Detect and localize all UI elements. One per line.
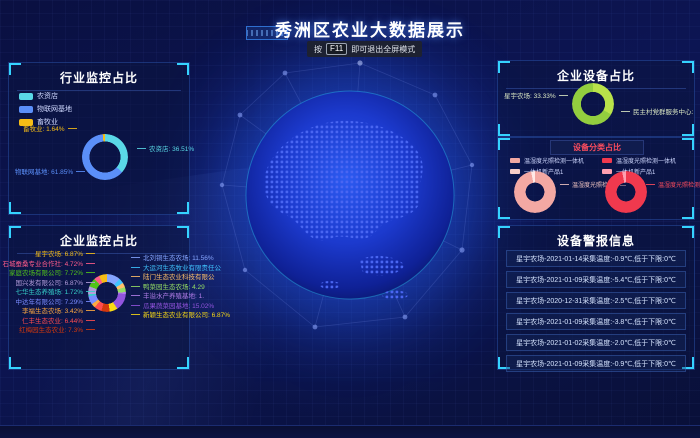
device-class-legend-right: 温湿度光照检测一体机 一体机新产品1	[602, 156, 676, 176]
donut-callout: 农资店: 36.51%	[137, 147, 194, 154]
donut-callout: 北刘铜生态农场: 11.56%	[131, 256, 214, 263]
bottom-decor-band	[0, 425, 700, 438]
globe-visualization	[210, 55, 490, 345]
tooltip-prefix: 按	[314, 44, 322, 55]
device-class-donut-left[interactable]	[514, 171, 556, 213]
device-class-legend-left: 温湿度光照检测一体机 一体机新产品1	[510, 156, 584, 176]
donut-callout: 国兴发有限公司: 6.87%	[15, 281, 95, 288]
alarm-row: 星宇农场-2020-12-31采集温度:-2.5℃,低于下限:0℃	[506, 292, 686, 309]
industry-donut-chart[interactable]	[82, 134, 128, 180]
donut-callout: 温湿度光照检测一—	[646, 183, 700, 189]
legend-label: 农资店	[37, 91, 58, 101]
donut-callout: 新颖生态农业有限公司: 6.87%	[131, 313, 230, 320]
legend-swatch	[19, 106, 33, 113]
donut-callout: 红梅园生态农业: 7.3%	[19, 328, 95, 335]
panel-industry-monitoring: 行业监控占比 农资店 物联网基地 畜牧业 畜牧业: 1.64%	[8, 62, 190, 215]
donut-callout: 七华生态养殖场: 1.72%	[15, 290, 95, 297]
alarm-row: 星宇农场-2021-01-02采集温度:-2.0℃,低于下限:0℃	[506, 334, 686, 351]
legend-swatch	[602, 169, 612, 174]
donut-callout: 李福生态农场: 3.42%	[22, 309, 95, 316]
legend-item[interactable]: 温湿度光照检测一体机	[602, 156, 676, 165]
donut-callout: 星宇农场: 6.87%	[35, 252, 95, 259]
donut-callout: 瓜果蔬菜园基地: 15.02%	[131, 304, 214, 311]
legend-item[interactable]: 农资店	[19, 91, 72, 101]
donut-callout: 大运河生态牧业有限责任公	[131, 266, 221, 273]
legend-item[interactable]: 温湿度光照检测一体机	[510, 156, 584, 165]
legend-item[interactable]: 物联网基地	[19, 104, 72, 114]
alarm-row: 星宇农场-2021-01-14采集温度:-0.9℃,低于下限:0℃	[506, 250, 686, 267]
device-class-donut-right[interactable]	[605, 171, 647, 213]
donut-callout: 物联网基地: 61.85%	[15, 170, 85, 177]
donut-callout: 民主村党群服务中心:	[621, 110, 693, 117]
panel-device-classification: 设备分类占比 温湿度光照检测一体机 一体机新产品1 温湿度光照检测一—	[497, 137, 695, 220]
panel-title: 设备分类占比	[550, 140, 644, 155]
donut-callout: 星宇农场: 33.33%	[504, 94, 568, 101]
alarm-text: 星宇农场-2021-01-14采集温度:-0.9℃,低于下限:0℃	[516, 254, 676, 264]
f11-key-badge: F11	[326, 43, 347, 55]
alarm-text: 星宇农场-2021-01-09采集温度:-3.8℃,低于下限:0℃	[516, 317, 676, 327]
legend-label: 温湿度光照检测一体机	[524, 156, 584, 165]
panel-enterprise-monitoring: 企业监控占比 星宇农场: 6.87% 石城蚕桑专业合作社: 4.72% 家庭农场…	[8, 225, 190, 370]
panel-title: 行业监控占比	[17, 69, 181, 91]
donut-callout: 鸭菜园生态农场: 4.29	[131, 285, 205, 292]
alarm-row: 星宇农场-2021-01-09采集温度:-3.8℃,低于下限:0℃	[506, 313, 686, 330]
legend-label: 温湿度光照检测一体机	[616, 156, 676, 165]
alarm-row: 星宇农场-2021-01-09采集温度:-5.4℃,低于下限:0℃	[506, 271, 686, 288]
panel-device-alarms: 设备警报信息 星宇农场-2021-01-14采集温度:-0.9℃,低于下限:0℃…	[497, 225, 695, 370]
donut-callout: 畜牧业: 1.64%	[23, 127, 77, 134]
industry-legend: 农资店 物联网基地 畜牧业	[19, 91, 72, 127]
alarm-text: 星宇农场-2021-01-09采集温度:-0.9℃,低于下限:0℃	[516, 359, 676, 369]
donut-callout: 仁丰生态农业: 6.44%	[22, 319, 95, 326]
donut-callout: 家庭农场有限公司: 7.72%	[9, 271, 95, 278]
donut-callout: 石城蚕桑专业合作社: 4.72%	[2, 262, 95, 269]
page-title: 秀洲区农业大数据展示	[250, 16, 490, 41]
dashboard-root: 秀洲区农业大数据展示 按 F11 即可退出全屏模式 行业监控占比 农资店 物联网…	[0, 0, 700, 438]
alarm-list: 星宇农场-2021-01-14采集温度:-0.9℃,低于下限:0℃ 星宇农场-2…	[506, 250, 686, 372]
legend-label: 物联网基地	[37, 104, 72, 114]
legend-swatch	[510, 158, 520, 163]
legend-swatch	[510, 169, 520, 174]
panel-equipment-share: 企业设备占比 星宇农场: 33.33% 民主村党群服务中心:	[497, 60, 695, 137]
donut-callout: 丰溢水产养殖基地: 1.	[131, 294, 204, 301]
legend-swatch	[602, 158, 612, 163]
donut-callout: 陆门生态农业科技有限公	[131, 275, 215, 282]
alarm-text: 星宇农场-2020-12-31采集温度:-2.5℃,低于下限:0℃	[516, 296, 676, 306]
equipment-donut-chart[interactable]	[572, 83, 614, 125]
legend-swatch	[19, 93, 33, 100]
donut-callout: 中达年有限公司: 7.29%	[15, 300, 95, 307]
alarm-row: 星宇农场-2021-01-09采集温度:-0.9℃,低于下限:0℃	[506, 355, 686, 372]
alarm-text: 星宇农场-2021-01-02采集温度:-2.0℃,低于下限:0℃	[516, 338, 676, 348]
tooltip-suffix: 即可退出全屏模式	[351, 44, 415, 55]
legend-swatch	[19, 119, 33, 126]
fullscreen-tooltip: 按 F11 即可退出全屏模式	[307, 41, 422, 57]
alarm-text: 星宇农场-2021-01-09采集温度:-5.4℃,低于下限:0℃	[516, 275, 676, 285]
